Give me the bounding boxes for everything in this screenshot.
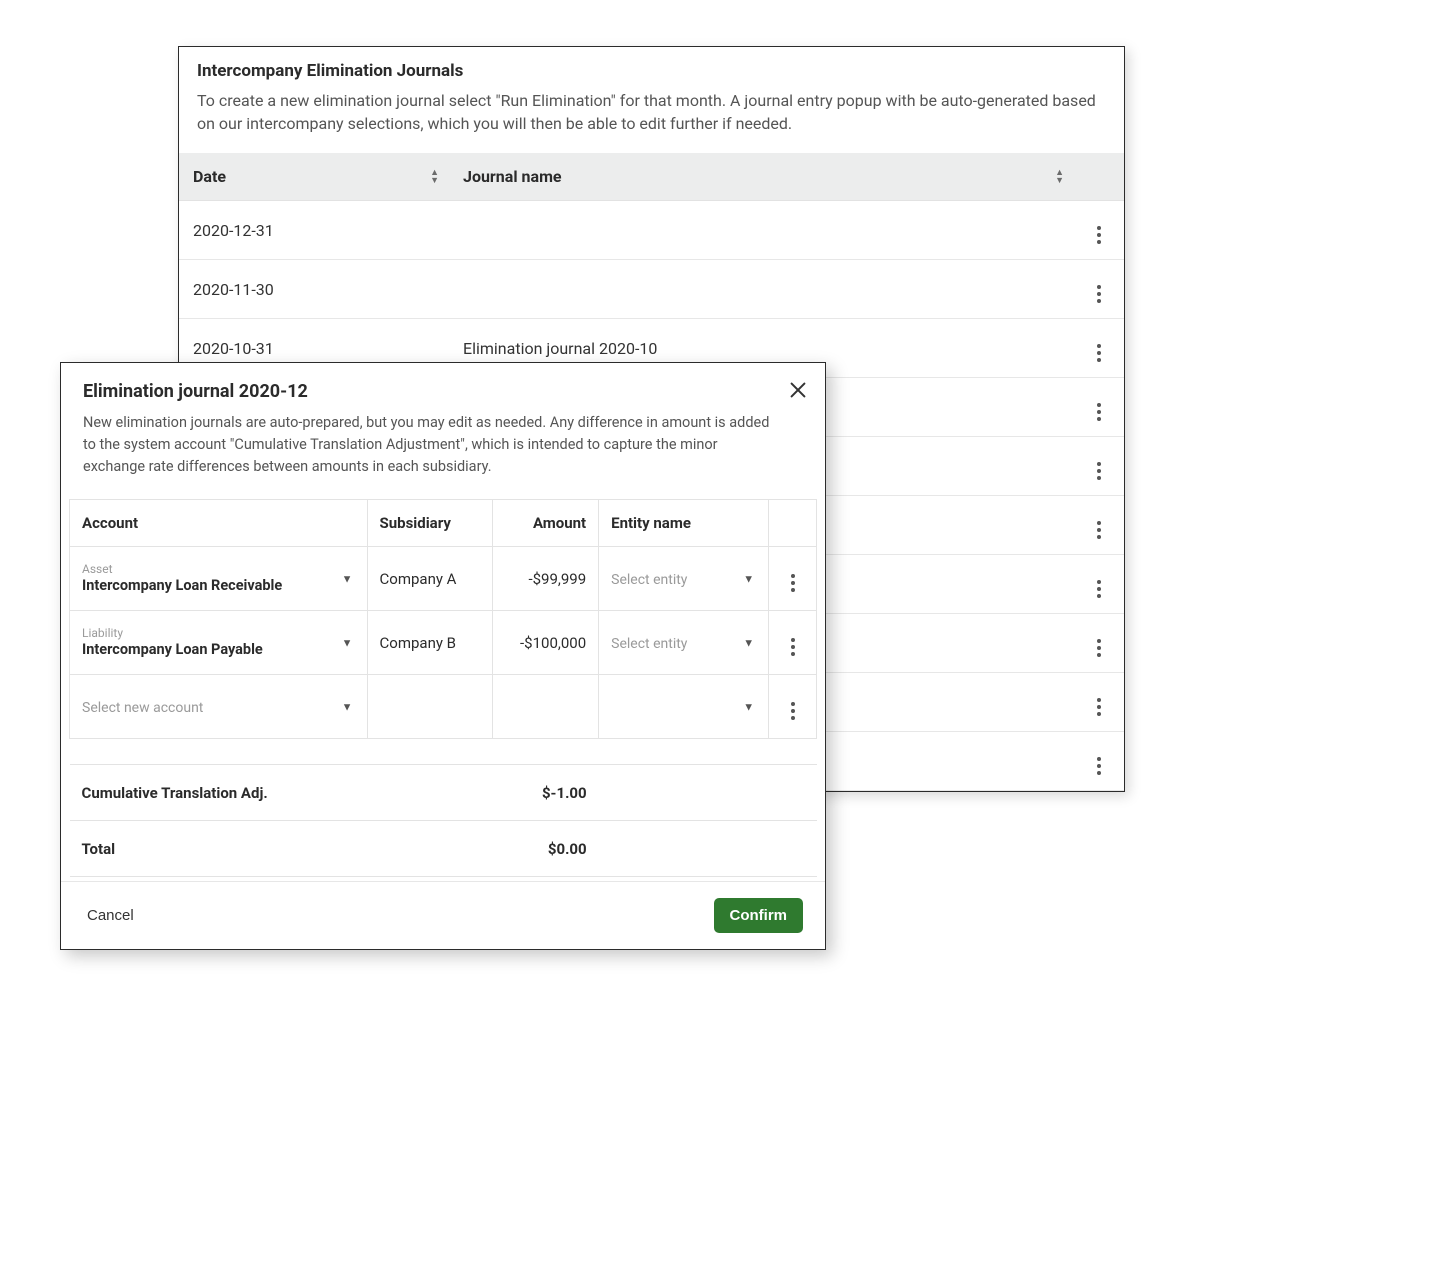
account-name: Intercompany Loan Payable [82,641,327,658]
entity-placeholder: Select entity [611,636,687,652]
sort-icon[interactable]: ▲▼ [1055,169,1064,185]
modal-footer: Cancel Confirm [61,881,825,949]
new-account-placeholder: Select new account [82,700,203,716]
confirm-button[interactable]: Confirm [714,898,804,933]
col-header-date[interactable]: Date ▲▼ [179,153,449,201]
close-icon[interactable] [787,379,809,401]
col-header-date-label: Date [193,167,226,186]
account-type-label: Asset [82,563,327,576]
row-actions-menu[interactable] [1089,756,1109,776]
elimination-journal-modal: Elimination journal 2020-12 New eliminat… [60,362,826,950]
modal-description: New elimination journals are auto-prepar… [83,412,803,477]
row-actions-menu[interactable] [1089,284,1109,304]
account-select[interactable]: Select new account ▼ [82,698,355,716]
entity-placeholder: Select entity [611,572,687,588]
chevron-down-icon: ▼ [743,636,754,649]
account-select[interactable]: Asset Intercompany Loan Receivable ▼ [82,563,355,595]
lcol-header-subsidiary: Subsidiary [367,500,492,547]
row-actions-menu[interactable] [1089,225,1109,245]
journal-line: Liability Intercompany Loan Payable ▼ Co… [70,611,817,675]
line-actions-menu[interactable] [783,701,803,721]
cell-journal-name [449,201,1074,260]
amount-cell[interactable]: -$100,000 [492,611,598,675]
journal-lines-table: Account Subsidiary Amount Entity name As… [69,499,817,877]
amount-cell[interactable]: -$99,999 [492,547,598,611]
subsidiary-cell [367,675,492,739]
lcol-header-amount: Amount [492,500,598,547]
amount-cell[interactable] [492,675,598,739]
panel-description: To create a new elimination journal sele… [197,89,1106,135]
lcol-header-account: Account [70,500,368,547]
row-actions-menu[interactable] [1089,343,1109,363]
table-row: 2020-12-31 [179,201,1124,260]
chevron-down-icon: ▼ [342,700,353,713]
entity-select[interactable]: Select entity ▼ [611,570,756,588]
table-row: 2020-11-30 [179,260,1124,319]
col-header-journal-name-label: Journal name [463,167,562,186]
cell-date: 2020-12-31 [179,201,449,260]
row-actions-menu[interactable] [1089,461,1109,481]
cell-journal-name [449,260,1074,319]
summary-row-cta: Cumulative Translation Adj. $-1.00 [70,765,817,821]
sort-icon[interactable]: ▲▼ [430,169,439,185]
account-name: Intercompany Loan Receivable [82,577,327,594]
row-actions-menu[interactable] [1089,402,1109,422]
row-actions-menu[interactable] [1089,579,1109,599]
col-header-actions [1074,153,1124,201]
journal-line-new: Select new account ▼ ▼ [70,675,817,739]
cancel-button[interactable]: Cancel [83,901,138,930]
cell-date: 2020-11-30 [179,260,449,319]
modal-header: Elimination journal 2020-12 New eliminat… [61,363,825,477]
chevron-down-icon: ▼ [342,636,353,649]
chevron-down-icon: ▼ [342,572,353,585]
lcol-header-entity: Entity name [599,500,769,547]
subsidiary-cell: Company B [367,611,492,675]
account-select[interactable]: Liability Intercompany Loan Payable ▼ [82,627,355,659]
cta-label: Cumulative Translation Adj. [70,765,368,821]
col-header-journal-name[interactable]: Journal name ▲▼ [449,153,1074,201]
chevron-down-icon: ▼ [743,700,754,713]
subsidiary-cell: Company A [367,547,492,611]
line-actions-menu[interactable] [783,637,803,657]
summary-row-total: Total $0.00 [70,821,817,877]
row-actions-menu[interactable] [1089,520,1109,540]
panel-title: Intercompany Elimination Journals [197,61,1106,81]
row-actions-menu[interactable] [1089,697,1109,717]
account-type-label: Liability [82,627,327,640]
journal-line: Asset Intercompany Loan Receivable ▼ Com… [70,547,817,611]
total-amount: $0.00 [492,821,598,877]
cta-amount: $-1.00 [492,765,598,821]
total-label: Total [70,821,368,877]
chevron-down-icon: ▼ [743,572,754,585]
entity-select[interactable]: Select entity ▼ [611,634,756,652]
line-actions-menu[interactable] [783,573,803,593]
row-actions-menu[interactable] [1089,638,1109,658]
panel-header: Intercompany Elimination Journals To cre… [179,47,1124,153]
modal-title: Elimination journal 2020-12 [83,381,803,402]
lcol-header-actions [769,500,817,547]
